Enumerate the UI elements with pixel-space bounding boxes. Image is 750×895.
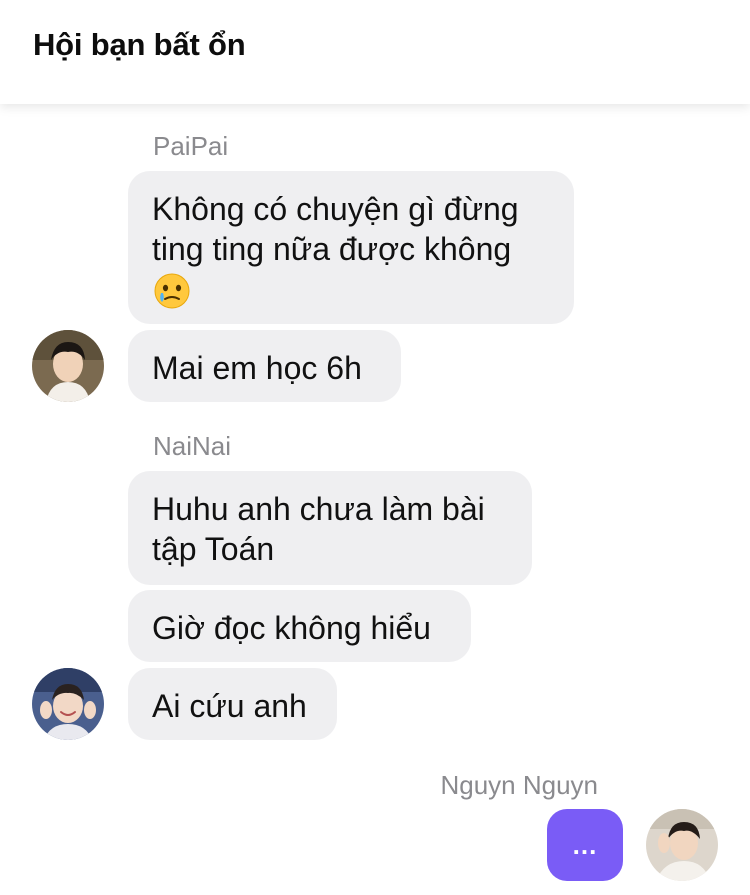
typing-indicator: ... <box>547 809 623 881</box>
message-bubble[interactable]: Không có chuyện gì đừng ting ting nữa đư… <box>128 171 574 324</box>
message-text: Giờ đọc không hiểu <box>152 610 431 646</box>
message-text: Huhu anh chưa làm bài tập Toán <box>152 491 485 567</box>
message-bubble[interactable]: Ai cứu anh <box>128 668 337 740</box>
message-bubble[interactable]: Giờ đọc không hiểu <box>128 590 471 662</box>
message-text: Mai em học 6h <box>152 350 362 386</box>
message-text: Không có chuyện gì đừng ting ting nữa đư… <box>152 191 519 267</box>
sender-name-nguyn-nguyn: Nguyn Nguyn <box>440 770 598 800</box>
avatar-nainai[interactable] <box>32 668 104 740</box>
chat-title[interactable]: Hội bạn bất ổn <box>33 27 246 63</box>
typing-dots: ... <box>572 829 598 860</box>
chat-header: Hội bạn bất ổn <box>0 0 750 104</box>
message-bubble[interactable]: Huhu anh chưa làm bài tập Toán <box>128 471 532 585</box>
sender-name-paipai: PaiPai <box>153 131 229 161</box>
face-holding-back-tears-icon <box>152 271 192 320</box>
avatar-paipai[interactable] <box>32 330 104 402</box>
message-bubble[interactable]: Mai em học 6h <box>128 330 401 402</box>
avatar-nguyn-nguyn[interactable] <box>646 809 718 881</box>
sender-name-nainai: NaiNai <box>153 431 232 461</box>
message-text: Ai cứu anh <box>152 688 307 724</box>
